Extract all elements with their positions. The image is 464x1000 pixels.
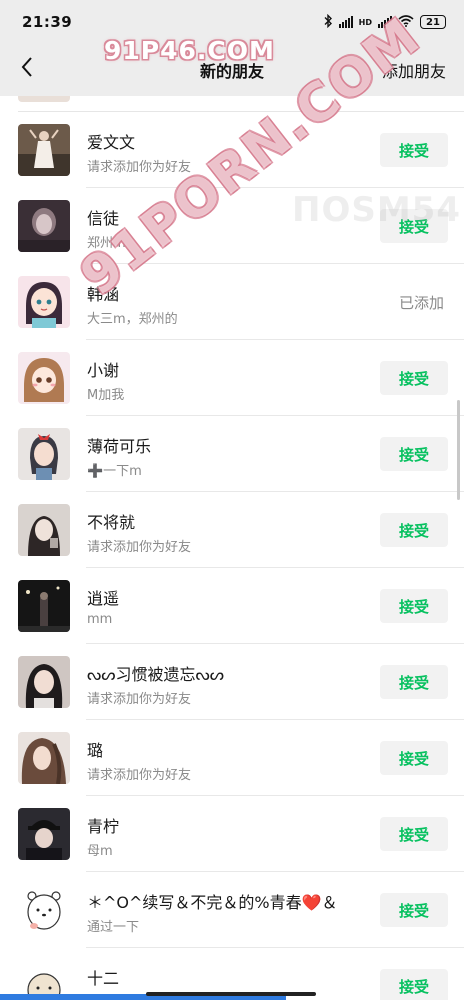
request-message: 请求添加你为好友 <box>87 768 192 783</box>
request-message: 请求添加你为好友 <box>87 160 192 175</box>
avatar <box>18 732 70 784</box>
accept-button[interactable]: 接受 <box>380 209 448 243</box>
added-status-label: 已添加 <box>398 294 444 312</box>
avatar <box>18 276 70 328</box>
request-message: 请求添加你为好友 <box>87 540 192 555</box>
avatar <box>18 200 70 252</box>
status-time: 21:39 <box>22 13 73 31</box>
contact-name: 十二 <box>87 969 120 988</box>
avatar <box>18 352 70 404</box>
scrollbar[interactable] <box>457 400 460 500</box>
list-item[interactable]: 薄荷可乐 ➕一下m 接受 <box>0 416 464 492</box>
home-indicator <box>0 992 464 1000</box>
signal-icon-2 <box>378 16 392 28</box>
list-item-partial <box>18 96 464 112</box>
avatar <box>18 884 70 936</box>
contact-name: 青柠 <box>87 817 120 836</box>
avatar <box>18 580 70 632</box>
accept-button[interactable]: 接受 <box>380 133 448 167</box>
wifi-icon <box>398 14 414 30</box>
battery-icon: 21 <box>420 15 446 29</box>
friend-request-list: 爱文文 请求添加你为好友 接受 信徒 郑州m 接受 韩涵 大三m，郑州的 已添加… <box>0 96 464 1000</box>
accept-button[interactable]: 接受 <box>380 361 448 395</box>
list-item[interactable]: 韩涵 大三m，郑州的 已添加 <box>0 264 464 340</box>
list-item[interactable]: 不将就 请求添加你为好友 接受 <box>0 492 464 568</box>
list-item[interactable]: 璐 请求添加你为好友 接受 <box>0 720 464 796</box>
contact-name: 逍遥 <box>87 589 120 608</box>
contact-name: 不将就 <box>87 513 136 532</box>
accept-button[interactable]: 接受 <box>380 665 448 699</box>
list-item[interactable]: 爱文文 请求添加你为好友 接受 <box>0 112 464 188</box>
status-bar: 21:39 HD 21 <box>0 0 464 44</box>
accept-button[interactable]: 接受 <box>380 817 448 851</box>
accept-button[interactable]: 接受 <box>380 893 448 927</box>
contact-name: 璐 <box>87 741 104 760</box>
network-label: HD <box>358 17 372 27</box>
request-message: 母m <box>87 844 113 859</box>
list-item[interactable]: 青柠 母m 接受 <box>0 796 464 872</box>
list-item[interactable]: ＊^O^续写＆不完＆的%青春❤️＆ 通过一下 接受 <box>0 872 464 948</box>
avatar <box>18 504 70 556</box>
request-message: mm <box>87 612 113 627</box>
contact-name: 韩涵 <box>87 285 120 304</box>
request-message: 大三m，郑州的 <box>87 312 178 327</box>
list-item[interactable]: ᔓᔕ习惯被遗忘ᔓᔕ 请求添加你为好友 接受 <box>0 644 464 720</box>
home-handle[interactable] <box>146 992 316 996</box>
contact-name: 信徒 <box>87 209 120 228</box>
bluetooth-icon <box>323 13 333 31</box>
request-message: M加我 <box>87 388 125 403</box>
list-item[interactable]: 逍遥 mm 接受 <box>0 568 464 644</box>
list-item[interactable]: 信徒 郑州m 接受 <box>0 188 464 264</box>
accept-button[interactable]: 接受 <box>380 513 448 547</box>
contact-name: ᔓᔕ习惯被遗忘ᔓᔕ <box>87 665 225 684</box>
avatar <box>18 124 70 176</box>
avatar <box>18 428 70 480</box>
accept-button[interactable]: 接受 <box>380 589 448 623</box>
request-message: ➕一下m <box>87 464 142 479</box>
request-message: 通过一下 <box>87 920 140 935</box>
request-message: 请求添加你为好友 <box>87 692 192 707</box>
status-icons: HD 21 <box>323 13 446 31</box>
contact-name: 薄荷可乐 <box>87 437 152 456</box>
accept-button[interactable]: 接受 <box>380 741 448 775</box>
avatar <box>18 656 70 708</box>
accept-button[interactable]: 接受 <box>380 437 448 471</box>
contact-name: ＊^O^续写＆不完＆的%青春❤️＆ <box>87 893 338 912</box>
list-item[interactable]: 小谢 M加我 接受 <box>0 340 464 416</box>
contact-name: 小谢 <box>87 361 120 380</box>
contact-name: 爱文文 <box>87 133 136 152</box>
request-message: 郑州m <box>87 236 126 251</box>
add-friend-button[interactable]: 添加朋友 <box>382 58 446 82</box>
avatar <box>18 808 70 860</box>
nav-bar: 新的朋友 添加朋友 <box>0 44 464 96</box>
signal-icon <box>338 16 353 28</box>
